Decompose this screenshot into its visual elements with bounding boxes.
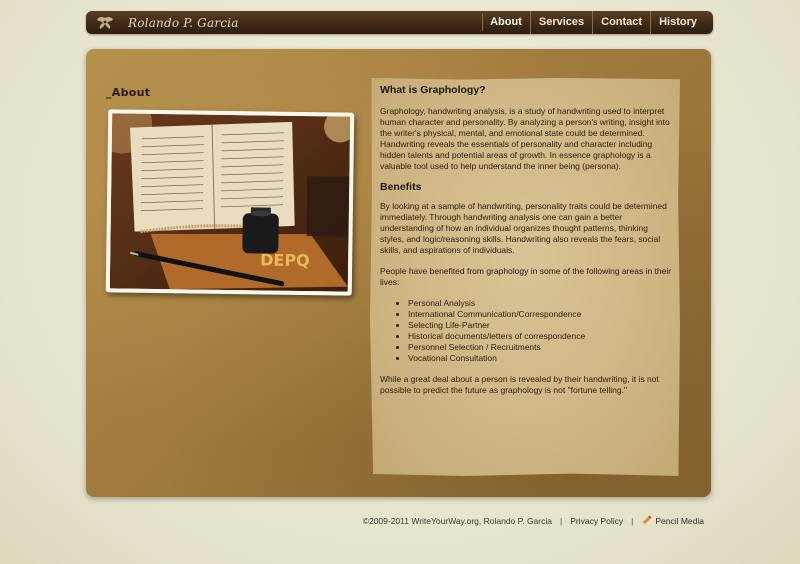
journal-image: DEPQ xyxy=(109,113,351,292)
section-title-graphology: What is Graphology? xyxy=(380,84,486,96)
pencil-media-link[interactable]: Pencil Media xyxy=(655,516,704,526)
journal-photo: DEPQ xyxy=(105,109,355,296)
nav-about[interactable]: About xyxy=(482,11,530,34)
section-title-benefits: Benefits xyxy=(380,181,422,193)
list-item: Personal Analysis xyxy=(408,298,672,309)
copyright-text: ©2009-2011 WriteYourWay.org, Rolando P. … xyxy=(362,515,552,526)
main-panel: _About DEPQ What is Graphology? Grapholo… xyxy=(86,49,711,497)
section-text-benefits: By looking at a sample of handwriting, p… xyxy=(380,201,667,255)
nav-history[interactable]: History xyxy=(650,11,705,34)
footer: ©2009-2011 WriteYourWay.org, Rolando P. … xyxy=(363,515,704,526)
list-item: Historical documents/letters of correspo… xyxy=(408,331,672,342)
page-title: _About xyxy=(106,86,151,99)
privacy-policy-link[interactable]: Privacy Policy xyxy=(570,516,623,526)
article: What is Graphology? Graphology, handwrit… xyxy=(380,85,672,406)
list-item: International Communication/Corresponden… xyxy=(408,309,672,320)
nav-services[interactable]: Services xyxy=(529,11,592,34)
section-text-benefits-intro: People have benefited from graphology in… xyxy=(380,266,672,287)
list-item: Personnel Selection / Recruitments xyxy=(408,342,672,353)
benefit-list: Personal Analysis International Communic… xyxy=(380,298,672,364)
main-nav: About Services Contact History xyxy=(482,11,705,34)
list-item: Selecting Life-Partner xyxy=(408,320,672,331)
logo-emblem-icon xyxy=(97,16,113,29)
top-navbar: Rolando P. Garcia About Services Contact… xyxy=(86,11,713,34)
footer-divider: | xyxy=(559,515,563,526)
content-paper: What is Graphology? Graphology, handwrit… xyxy=(370,78,680,476)
closing-text: While a great deal about a person is rev… xyxy=(380,374,659,395)
site-name: Rolando P. Garcia xyxy=(128,15,239,30)
pencil-icon xyxy=(642,515,652,525)
section-text-graphology: Graphology, handwriting analysis, is a s… xyxy=(380,106,670,171)
list-item: Vocational Consultation xyxy=(408,353,672,364)
footer-divider: | xyxy=(631,515,634,526)
site-logo[interactable]: Rolando P. Garcia xyxy=(96,14,239,31)
nav-contact[interactable]: Contact xyxy=(592,11,650,34)
